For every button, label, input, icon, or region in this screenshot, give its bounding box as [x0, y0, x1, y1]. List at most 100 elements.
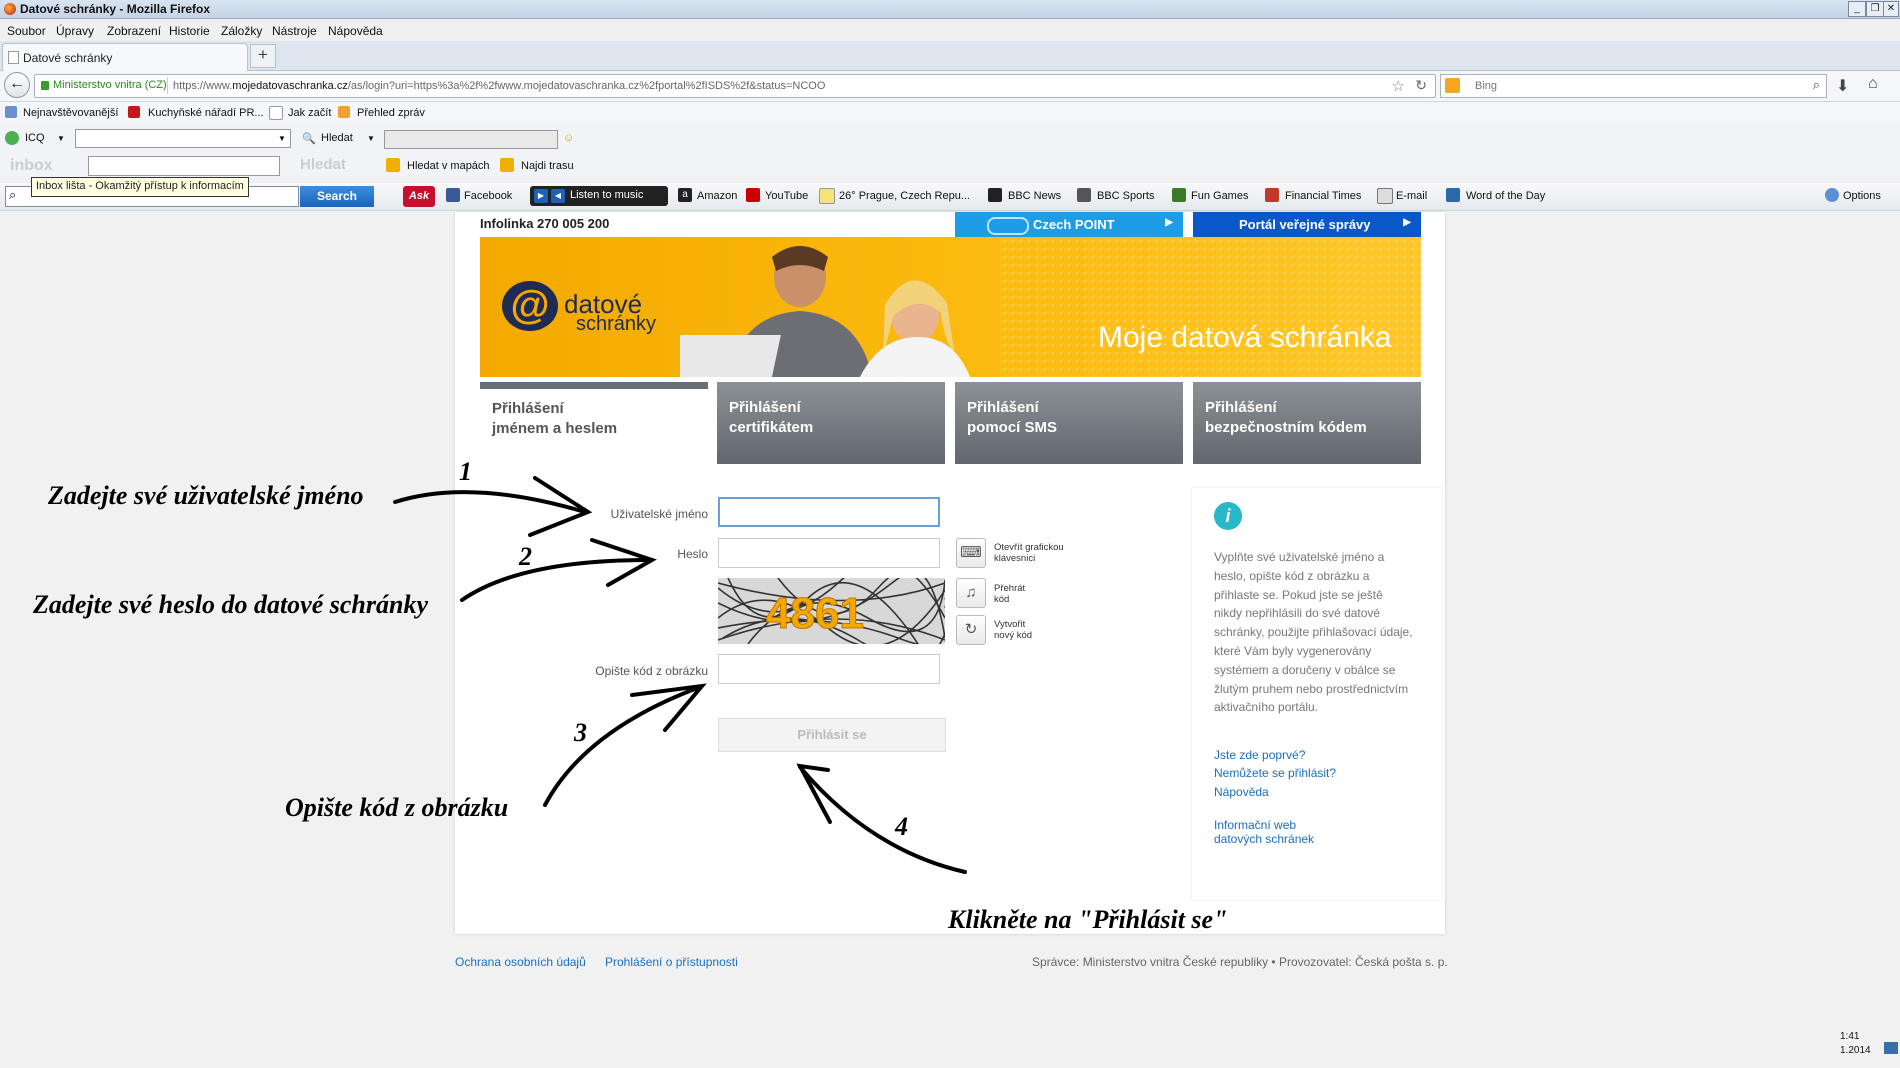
new-code-label[interactable]: Vytvořit nový kód: [994, 619, 1032, 641]
link-accessibility[interactable]: Prohlášení o přístupnosti: [605, 955, 738, 969]
login-button[interactable]: Přihlásit se: [718, 718, 946, 752]
site-identity[interactable]: Ministerstvo vnitra (CZ): [53, 79, 167, 91]
icq-search-button[interactable]: Hledat: [321, 132, 353, 144]
inbox-maps[interactable]: Hledat v mapách: [407, 160, 490, 172]
czech-point-button[interactable]: Czech POINT ▶: [955, 212, 1183, 237]
bing-engine-icon[interactable]: [1445, 78, 1460, 93]
youtube-icon: [746, 188, 760, 202]
icq-toolbar: ICQ ▼ ▼ 🔍 Hledat ▼ ☺: [0, 125, 1900, 152]
toolbar-facebook[interactable]: Facebook: [464, 190, 512, 202]
step-number-1: 1: [459, 457, 472, 486]
tooltip: Inbox lišta - Okamžitý přístup k informa…: [31, 177, 249, 197]
link-cannot-login[interactable]: Nemůžete se přihlásit?: [1214, 766, 1336, 780]
route-icon: [500, 158, 514, 172]
new-tab-button[interactable]: +: [250, 44, 276, 68]
menu-soubor[interactable]: Soubor: [7, 24, 46, 38]
chevron-down-icon[interactable]: ▼: [367, 134, 375, 143]
chevron-down-icon[interactable]: ▼: [57, 134, 65, 143]
inbox-search-input[interactable]: [88, 156, 280, 176]
bookmark-icon: [128, 106, 140, 118]
menu-nastroje[interactable]: Nástroje: [272, 24, 317, 38]
minimize-icon[interactable]: _: [1848, 1, 1866, 17]
download-icon[interactable]: ⬇: [1836, 76, 1849, 96]
bookmark-most-visited[interactable]: Nejnavštěvovanější: [23, 107, 118, 119]
inbox-route[interactable]: Najdi trasu: [521, 160, 574, 172]
toolbar-fun-games[interactable]: Fun Games: [1191, 190, 1248, 202]
toolbar-amazon[interactable]: Amazon: [697, 190, 737, 202]
toolbar-word-of-the-day[interactable]: Word of the Day: [1466, 190, 1545, 202]
arrow-right-icon: ▶: [1165, 217, 1173, 228]
icq-slider[interactable]: [384, 130, 558, 149]
show-desktop-icon[interactable]: [1884, 1042, 1898, 1054]
keyboard-label[interactable]: Otevřít grafickou klávesnici: [994, 542, 1064, 564]
taskbar-clock: 1:41 1.2014: [1840, 1030, 1871, 1058]
menu-zobrazeni[interactable]: Zobrazení: [107, 24, 161, 38]
captcha-image: 4861: [718, 578, 945, 644]
toolbar-weather[interactable]: 26° Prague, Czech Repu...: [839, 190, 970, 202]
portal-verejne-spravy-button[interactable]: Portál veřejné správy ▶: [1193, 212, 1421, 237]
url-bar[interactable]: Ministerstvo vnitra (CZ) https://www.moj…: [34, 74, 1436, 98]
toolbar-financial-times[interactable]: Financial Times: [1285, 190, 1361, 202]
icq-label[interactable]: ICQ: [25, 132, 45, 144]
chevron-down-icon[interactable]: ▼: [278, 134, 286, 143]
ft-icon: [1265, 188, 1279, 202]
search-icon[interactable]: ⌕: [1813, 77, 1820, 93]
amazon-icon: a: [678, 188, 692, 202]
bookmark-kuchynske[interactable]: Kuchyňské nářadí PR...: [148, 107, 264, 119]
link-first-time[interactable]: Jste zde poprvé?: [1214, 748, 1305, 762]
captcha-label: Opište kód z obrázku: [595, 664, 708, 678]
icq-search-input[interactable]: [75, 129, 291, 148]
menu-historie[interactable]: Historie: [169, 24, 210, 38]
toolbar-email[interactable]: E-mail: [1396, 190, 1427, 202]
bookmark-jak-zacit[interactable]: Jak začít: [288, 107, 331, 119]
link-privacy[interactable]: Ochrana osobních údajů: [455, 955, 586, 969]
link-help[interactable]: Nápověda: [1214, 785, 1269, 799]
banner-title: Moje datová schránka: [1098, 321, 1392, 354]
link-info-web[interactable]: Informační web datových schránek: [1214, 818, 1314, 846]
toolbar-youtube[interactable]: YouTube: [765, 190, 808, 202]
toolbar-options[interactable]: Options: [1843, 190, 1881, 202]
inbox-toolbar: inbox Hledat Hledat v mapách Najdi trasu: [0, 153, 1900, 178]
close-icon[interactable]: ✕: [1883, 1, 1899, 17]
back-button[interactable]: ←: [4, 72, 30, 98]
tab-datove-schranky[interactable]: Datové schránky: [2, 43, 248, 71]
menu-zalozky[interactable]: Záložky: [221, 24, 262, 38]
tab-login-name-password[interactable]: Přihlášení jménem a heslem: [480, 382, 708, 464]
listen-to-music-widget[interactable]: ▶ ◀ Listen to music: [530, 186, 668, 206]
inbox-logo: inbox: [10, 157, 53, 174]
tab-login-sms[interactable]: Přihlášení pomocí SMS: [955, 382, 1183, 464]
toolbar-bbc-sports[interactable]: BBC Sports: [1097, 190, 1154, 202]
captcha-noise: 4861: [718, 578, 945, 644]
ask-search-button[interactable]: Search: [300, 186, 374, 207]
menu-upravy[interactable]: Úpravy: [56, 24, 94, 38]
facebook-icon: [446, 188, 460, 202]
home-icon[interactable]: ⌂: [1868, 75, 1878, 93]
search-bar[interactable]: Bing ⌕: [1440, 74, 1827, 98]
reload-icon[interactable]: ↻: [1415, 77, 1427, 94]
password-label: Heslo: [677, 547, 708, 561]
password-input[interactable]: [718, 538, 940, 568]
step-number-2: 2: [519, 542, 532, 571]
toolbar-bbc-news[interactable]: BBC News: [1008, 190, 1061, 202]
smiley-icon[interactable]: ☺: [563, 132, 574, 144]
keyboard-icon[interactable]: ⌨: [956, 538, 986, 568]
refresh-icon[interactable]: ↻: [956, 615, 986, 645]
volume-icon[interactable]: ◀: [551, 189, 565, 203]
ask-logo-icon[interactable]: Ask: [403, 186, 435, 207]
play-code-label[interactable]: Přehrát kód: [994, 583, 1025, 605]
url-text[interactable]: https://www.mojedatovaschranka.cz/as/log…: [173, 80, 825, 92]
restore-icon[interactable]: ❐: [1866, 1, 1884, 17]
captcha-input[interactable]: [718, 654, 940, 684]
menu-bar: Soubor Úpravy Zobrazení Historie Záložky…: [0, 19, 1900, 41]
datove-schranky-logo: @: [502, 281, 558, 331]
menu-napoveda[interactable]: Nápověda: [328, 24, 383, 38]
bookmark-prehled-zprav[interactable]: Přehled zpráv: [357, 107, 425, 119]
username-input[interactable]: [718, 497, 940, 527]
tab-login-certificate[interactable]: Přihlášení certifikátem: [717, 382, 945, 464]
music-note-icon[interactable]: ♫: [956, 578, 986, 608]
bookmark-star-icon[interactable]: ☆: [1392, 77, 1405, 95]
inbox-search-button[interactable]: Hledat: [300, 156, 346, 173]
tab-login-security-code[interactable]: Přihlášení bezpečnostním kódem: [1193, 382, 1421, 464]
play-icon[interactable]: ▶: [534, 189, 548, 203]
info-panel: i Vyplňte své uživatelské jméno a heslo,…: [1192, 488, 1442, 900]
